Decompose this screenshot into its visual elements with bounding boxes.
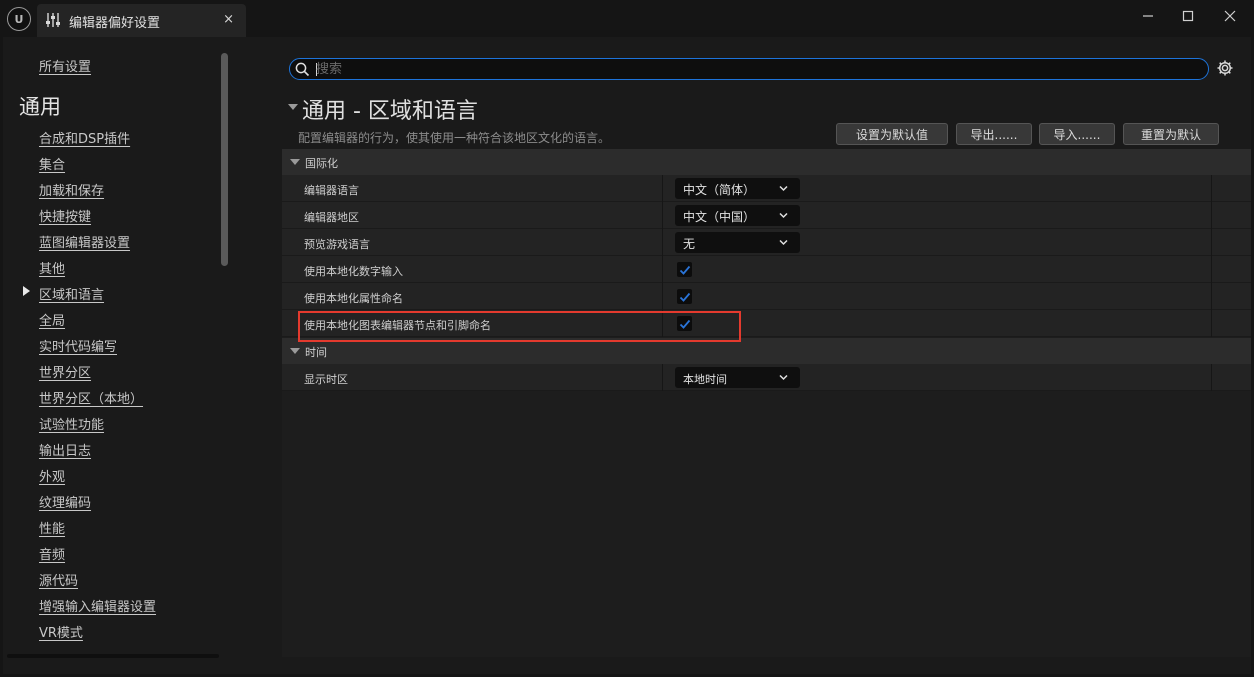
sidebar-item-experimental[interactable]: 试验性功能 [39,414,104,433]
annotation-highlight-box [298,311,741,342]
close-icon [1224,10,1236,22]
sidebar-item-appearance[interactable]: 外观 [39,466,65,485]
set-as-default-button[interactable]: 设置为默认值 [836,123,948,145]
search-icon [295,62,310,77]
column-divider[interactable] [662,256,663,283]
section-internationalization[interactable]: 国际化 [282,149,1251,175]
sidebar-item-audio[interactable]: 音频 [39,544,65,563]
chevron-down-icon [779,212,788,219]
section-collapse-icon [290,159,300,165]
sidebar-item-source-code[interactable]: 源代码 [39,570,78,589]
sidebar-item-live-coding[interactable]: 实时代码编写 [39,336,117,355]
search-box[interactable] [289,58,1209,80]
section-label: 国际化 [305,157,338,170]
chevron-down-icon [779,185,788,192]
preview-game-language-dropdown[interactable]: 无 [675,232,800,253]
dropdown-value: 中文（简体） [683,183,756,197]
column-divider [1211,283,1212,310]
localized-property-names-checkbox[interactable] [677,289,692,304]
reset-to-default-button[interactable]: 重置为默认 [1123,123,1219,145]
sidebar-item-texture-encoding[interactable]: 纹理编码 [39,492,91,511]
sidebar-item-synthesis-dsp[interactable]: 合成和DSP插件 [39,128,130,147]
column-divider[interactable] [662,364,663,391]
unreal-logo-icon[interactable]: U [7,7,31,31]
column-divider[interactable] [662,229,663,256]
minimize-icon [1143,15,1153,17]
section-label: 时间 [305,346,327,359]
import-button[interactable]: 导入...... [1039,123,1115,145]
sidebar-item-loading-saving[interactable]: 加载和保存 [39,180,104,199]
sidebar-item-vr-mode[interactable]: VR模式 [39,622,83,641]
active-item-arrow-icon [23,286,30,296]
tab-close-icon[interactable]: × [223,12,234,27]
export-button[interactable]: 导出...... [956,123,1032,145]
column-divider [1211,364,1212,391]
property-grid: 国际化 编辑器语言 中文（简体） 编辑器地区 中文（中国） 预览游戏语言 无 使… [282,149,1251,657]
sidebar-item-world-partition[interactable]: 世界分区 [39,362,91,381]
sidebar-item-collections[interactable]: 集合 [39,154,65,173]
column-divider [1211,256,1212,283]
column-divider[interactable] [662,175,663,202]
section-collapse-icon [290,348,300,354]
sidebar-all-settings-link[interactable]: 所有设置 [39,56,91,75]
category-collapse-icon[interactable] [288,104,298,110]
dropdown-value: 中文（中国） [683,210,756,224]
checkmark-icon [679,292,690,302]
sidebar-item-output-log[interactable]: 输出日志 [39,440,91,459]
row-label: 显示时区 [304,373,348,386]
tab-title: 编辑器偏好设置 [69,16,161,31]
row-localized-numeric-input: 使用本地化数字输入 [282,256,1251,283]
category-description: 配置编辑器的行为，使其使用一种符合该地区文化的语言。 [298,131,611,145]
sidebar-item-region-language[interactable]: 区域和语言 [39,284,104,303]
row-label: 编辑器地区 [304,211,359,224]
main-frame: 所有设置 通用 合成和DSP插件 集合 加载和保存 快捷按键 蓝图编辑器设置 其… [3,37,1251,674]
sidebar-item-blueprint-editor[interactable]: 蓝图编辑器设置 [39,232,130,251]
sliders-icon [46,13,60,27]
row-preview-game-language: 预览游戏语言 无 [282,229,1251,256]
search-input[interactable] [316,60,1196,78]
settings-content: 通用 - 区域和语言 配置编辑器的行为，使其使用一种符合该地区文化的语言。 设置… [256,37,1251,674]
row-editor-region: 编辑器地区 中文（中国） [282,202,1251,229]
sidebar-item-world-partition-local[interactable]: 世界分区（本地） [39,388,143,407]
row-editor-language: 编辑器语言 中文（简体） [282,175,1251,202]
column-divider [1211,229,1212,256]
localized-numeric-input-checkbox[interactable] [677,262,692,277]
column-divider [1211,175,1212,202]
dropdown-value: 本地时间 [683,373,727,386]
sidebar-item-enhanced-input[interactable]: 增强输入编辑器设置 [39,596,156,615]
display-timezone-dropdown[interactable]: 本地时间 [675,367,800,388]
chevron-down-icon [779,374,788,381]
row-label: 编辑器语言 [304,184,359,197]
title-bar: U 编辑器偏好设置 × [0,0,1254,37]
row-label: 预览游戏语言 [304,238,370,251]
sidebar-item-global[interactable]: 全局 [39,310,65,329]
sidebar-scrollbar[interactable] [221,53,228,266]
editor-region-dropdown[interactable]: 中文（中国） [675,205,800,226]
column-divider [1211,202,1212,229]
checkmark-icon [679,265,690,275]
settings-sidebar: 所有设置 通用 合成和DSP插件 集合 加载和保存 快捷按键 蓝图编辑器设置 其… [3,37,256,674]
sidebar-item-misc[interactable]: 其他 [39,258,65,277]
sidebar-heading: 通用 [19,95,61,119]
column-divider [1211,310,1212,337]
editor-language-dropdown[interactable]: 中文（简体） [675,178,800,199]
dropdown-value: 无 [683,237,696,251]
maximize-button[interactable] [1176,6,1200,26]
row-label: 使用本地化属性命名 [304,292,403,305]
sidebar-horizontal-scrollbar[interactable] [7,654,219,658]
sidebar-item-keyboard-shortcuts[interactable]: 快捷按键 [39,206,91,225]
gear-icon[interactable] [1216,59,1234,77]
category-title: 通用 - 区域和语言 [302,99,478,124]
minimize-button[interactable] [1136,6,1160,26]
chevron-down-icon [779,239,788,246]
row-display-timezone: 显示时区 本地时间 [282,364,1251,391]
column-divider[interactable] [662,283,663,310]
row-localized-property-names: 使用本地化属性命名 [282,283,1251,310]
tab-editor-preferences[interactable]: 编辑器偏好设置 × [37,4,246,37]
sidebar-item-performance[interactable]: 性能 [39,518,65,537]
column-divider[interactable] [662,202,663,229]
row-label: 使用本地化数字输入 [304,265,403,278]
maximize-icon [1182,10,1194,22]
close-button[interactable] [1218,6,1242,26]
